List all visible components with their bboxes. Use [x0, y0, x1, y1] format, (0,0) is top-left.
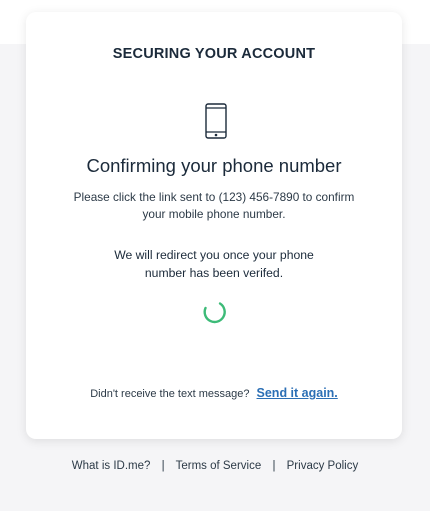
loading-spinner-icon — [203, 302, 226, 324]
resend-prompt: Didn't receive the text message? — [90, 388, 250, 400]
terms-of-service-link[interactable]: Terms of Service — [176, 460, 262, 472]
card-heading: SECURING YOUR ACCOUNT — [112, 46, 316, 62]
footer-separator: | — [272, 460, 276, 472]
what-is-idme-link[interactable]: What is ID.me? — [72, 460, 151, 472]
privacy-policy-link[interactable]: Privacy Policy — [287, 460, 359, 472]
resend-row: Didn't receive the text message? Send it… — [26, 386, 402, 400]
footer-separator: | — [161, 460, 165, 472]
footer-links: What is ID.me? | Terms of Service | Priv… — [0, 460, 430, 472]
redirect-message: We will redirect you once your phone num… — [114, 248, 314, 280]
page-title: Confirming your phone number — [86, 155, 342, 176]
mobile-phone-icon — [205, 103, 227, 139]
verification-card: SECURING YOUR ACCOUNT Confirming your ph… — [26, 12, 402, 439]
instructions-text: Please click the link sent to (123) 456-… — [73, 190, 355, 221]
send-again-link[interactable]: Send it again. — [257, 386, 338, 400]
